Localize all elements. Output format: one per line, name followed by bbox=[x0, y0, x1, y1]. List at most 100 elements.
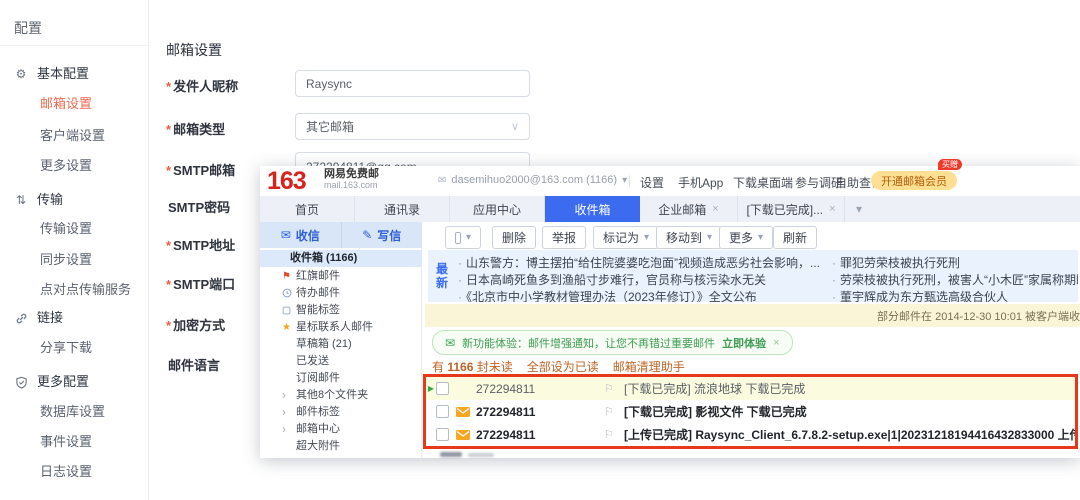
message-checkbox[interactable] bbox=[436, 405, 449, 418]
sidebar-group-more-config[interactable]: 更多配置 bbox=[14, 374, 89, 390]
sidebar-item-database-settings[interactable]: 数据库设置 bbox=[40, 404, 105, 420]
folder-red-flag[interactable]: ⚑ 红旗邮件 bbox=[260, 268, 422, 285]
sidebar-item-log-settings[interactable]: 日志设置 bbox=[40, 464, 92, 480]
folder-other-folders[interactable]: › 其他8个文件夹 bbox=[260, 387, 422, 404]
transfer-icon: ⇅ bbox=[15, 193, 27, 207]
folder-mail-tags[interactable]: › 邮件标签 bbox=[260, 404, 422, 421]
star-icon: ★ bbox=[282, 322, 291, 333]
select-all-dropdown[interactable]: ▾ bbox=[445, 226, 481, 249]
delete-button[interactable]: 删除 bbox=[492, 226, 537, 249]
tab-inbox[interactable]: 收件箱 bbox=[545, 196, 640, 222]
expand-arrow-icon[interactable]: ▶ bbox=[426, 384, 436, 393]
cut-off-row-fragment bbox=[440, 452, 462, 457]
mail-type-value: 其它邮箱 bbox=[306, 120, 355, 134]
news-link[interactable]: ·劳荣枝被执行死刑，被害人“小木匠”家属称期盼已久，劳荣枝家... bbox=[832, 271, 1078, 288]
refresh-button[interactable]: 刷新 bbox=[773, 226, 818, 249]
chevron-right-icon: › bbox=[282, 405, 286, 419]
tab-bar: 首页 通讯录 应用中心 收件箱 企业邮箱 × [下载已完成]... × ▾ bbox=[260, 196, 1080, 222]
flag-icon[interactable]: ⚐ bbox=[604, 382, 624, 395]
sidebar-group-links[interactable]: 链接 bbox=[14, 310, 63, 326]
clock-icon bbox=[280, 285, 293, 302]
receive-mail-button[interactable]: ✉ 收信 bbox=[260, 222, 341, 248]
message-subject: [下载已完成] 流浪地球 下载已完成 bbox=[624, 382, 806, 396]
tab-contacts[interactable]: 通讯录 bbox=[355, 196, 450, 222]
close-icon[interactable]: × bbox=[829, 203, 835, 215]
message-row[interactable]: ▶ 272294811 ⚐ [下载已完成] 流浪地球 下载已完成 bbox=[426, 377, 1075, 400]
sidebar-group-transfer[interactable]: ⇅ 传输 bbox=[14, 192, 63, 208]
folder-todo[interactable]: 待办邮件 bbox=[260, 285, 422, 302]
move-to-button[interactable]: 移动到 ▾ bbox=[656, 226, 723, 249]
sidebar-group-basic[interactable]: ⚙ 基本配置 bbox=[14, 66, 89, 82]
account-email: dasemihuo2000@163.com (1166) bbox=[451, 174, 618, 186]
sidebar-item-event-settings[interactable]: 事件设置 bbox=[40, 434, 92, 450]
tab-download-complete[interactable]: [下载已完成]... × bbox=[738, 196, 845, 222]
mark-as-button[interactable]: 标记为 ▾ bbox=[593, 226, 660, 249]
news-link[interactable]: · 罪犯劳荣枝被执行死刑 bbox=[832, 254, 960, 271]
more-button[interactable]: 更多 ▾ bbox=[719, 226, 774, 249]
close-icon[interactable]: × bbox=[712, 203, 718, 215]
try-now-link[interactable]: 立即体验 bbox=[722, 335, 766, 351]
sidebar-group-label: 更多配置 bbox=[37, 374, 90, 389]
flag-icon[interactable]: ⚐ bbox=[604, 405, 624, 418]
header-link-mobile-app[interactable]: 手机App bbox=[678, 174, 723, 191]
compose-bar: ✉ 收信 ✎ 写信 bbox=[260, 222, 422, 248]
tab-enterprise-mail[interactable]: 企业邮箱 × bbox=[640, 196, 738, 222]
mailbox-cleaner-link[interactable]: 邮箱清理助手 bbox=[613, 358, 685, 375]
config-sidebar: 配置 ⚙ 基本配置 邮箱设置 客户端设置 更多设置 ⇅ 传输 传输设置 同步设置… bbox=[0, 0, 149, 500]
news-link[interactable]: · 日本高崎死鱼多到渔船寸步难行，官员称与核污染水无关 bbox=[458, 271, 766, 288]
message-checkbox[interactable] bbox=[436, 428, 449, 441]
tab-home[interactable]: 首页 bbox=[260, 196, 355, 222]
envelope-icon: ✉ bbox=[438, 174, 447, 186]
mark-all-read-link[interactable]: 全部设为已读 bbox=[527, 358, 599, 375]
tab-app-center[interactable]: 应用中心 bbox=[450, 196, 545, 222]
client-receive-notice: 部分邮件在 2014-12-30 10:01 被客户端收 bbox=[425, 304, 1080, 327]
folder-starred-contacts[interactable]: ★ 星标联系人邮件 bbox=[260, 319, 422, 336]
folder-sent[interactable]: 已发送 bbox=[260, 353, 422, 370]
news-link[interactable]: · 《北京市中小学教材管理办法（2023年修订）》全文公布 bbox=[458, 288, 757, 302]
sidebar-item-transfer-settings[interactable]: 传输设置 bbox=[40, 221, 92, 237]
vip-upgrade-button[interactable]: 开通邮箱会员 bbox=[871, 171, 957, 190]
news-link[interactable]: · 山东警方：博主摆拍“给住院婆婆吃泡面”视频造成恶劣社会影响，... bbox=[458, 254, 820, 271]
sidebar-divider bbox=[0, 45, 148, 46]
message-list-highlighted: ▶ 272294811 ⚐ [下载已完成] 流浪地球 下载已完成 2722948… bbox=[423, 374, 1078, 449]
sidebar-item-mailbox-settings[interactable]: 邮箱设置 bbox=[40, 96, 92, 112]
message-sender: 272294811 bbox=[476, 427, 536, 442]
header-link-settings[interactable]: 设置 bbox=[640, 174, 664, 191]
163-logo-text: 网易免费邮 mail.163.com bbox=[324, 168, 379, 191]
folder-drafts[interactable]: 草稿箱 (21) bbox=[260, 336, 422, 353]
mail-type-select[interactable]: 其它邮箱 ∨ bbox=[295, 113, 530, 140]
sidebar-item-client-settings[interactable]: 客户端设置 bbox=[40, 128, 105, 144]
vip-promo-badge: 买赠 bbox=[938, 159, 962, 170]
message-checkbox[interactable] bbox=[436, 382, 449, 395]
tab-overflow-button[interactable]: ▾ bbox=[845, 196, 873, 222]
sidebar-item-sync-settings[interactable]: 同步设置 bbox=[40, 252, 92, 268]
folder-subscriptions[interactable]: 订阅邮件 bbox=[260, 370, 422, 387]
account-menu[interactable]: ✉ dasemihuo2000@163.com (1166) ▾ bbox=[438, 174, 627, 186]
folder-mail-center[interactable]: › 邮箱中心 bbox=[260, 421, 422, 438]
header-link-desktop-download[interactable]: 下载桌面端 bbox=[733, 174, 793, 191]
feature-banner: ✉ 新功能体验：邮件增强通知，让您不再错过重要邮件 立即体验 × bbox=[432, 330, 793, 355]
caret-down-icon: ▾ bbox=[855, 202, 863, 216]
message-row[interactable]: 272294811 ⚐ [下载已完成] 影视文件 下载已完成 bbox=[426, 400, 1075, 423]
sidebar-item-more-settings[interactable]: 更多设置 bbox=[40, 158, 92, 174]
compose-mail-button[interactable]: ✎ 写信 bbox=[340, 222, 423, 248]
chevron-right-icon: › bbox=[282, 388, 286, 402]
sidebar-item-p2p-service[interactable]: 点对点传输服务 bbox=[40, 282, 131, 298]
latest-news-badge: 最新 bbox=[435, 262, 448, 290]
folder-smart-tags[interactable]: 智能标签 bbox=[260, 302, 422, 319]
chevron-down-icon: ∨ bbox=[510, 121, 519, 133]
pencil-icon: ✎ bbox=[362, 228, 373, 242]
sidebar-item-share-download[interactable]: 分享下载 bbox=[40, 340, 92, 356]
flag-icon[interactable]: ⚐ bbox=[604, 428, 624, 441]
sidebar-group-label: 基本配置 bbox=[37, 66, 90, 81]
message-row[interactable]: 272294811 ⚐ [上传已完成] Raysync_Client_6.7.8… bbox=[426, 423, 1075, 446]
chevron-right-icon: › bbox=[282, 422, 286, 436]
sender-nickname-input[interactable] bbox=[295, 70, 530, 97]
folder-large-attachments[interactable]: 超大附件 bbox=[260, 438, 422, 455]
folder-inbox[interactable]: 收件箱 (1166) bbox=[260, 250, 422, 267]
close-icon[interactable]: × bbox=[773, 337, 779, 349]
field-label-sender-nickname: * 发件人昵称 bbox=[166, 79, 239, 94]
sidebar-title: 配置 bbox=[14, 20, 42, 36]
news-link[interactable]: · 董宇辉成为东方甄选高级合伙人 bbox=[832, 288, 1008, 302]
report-button[interactable]: 举报 bbox=[542, 226, 587, 249]
